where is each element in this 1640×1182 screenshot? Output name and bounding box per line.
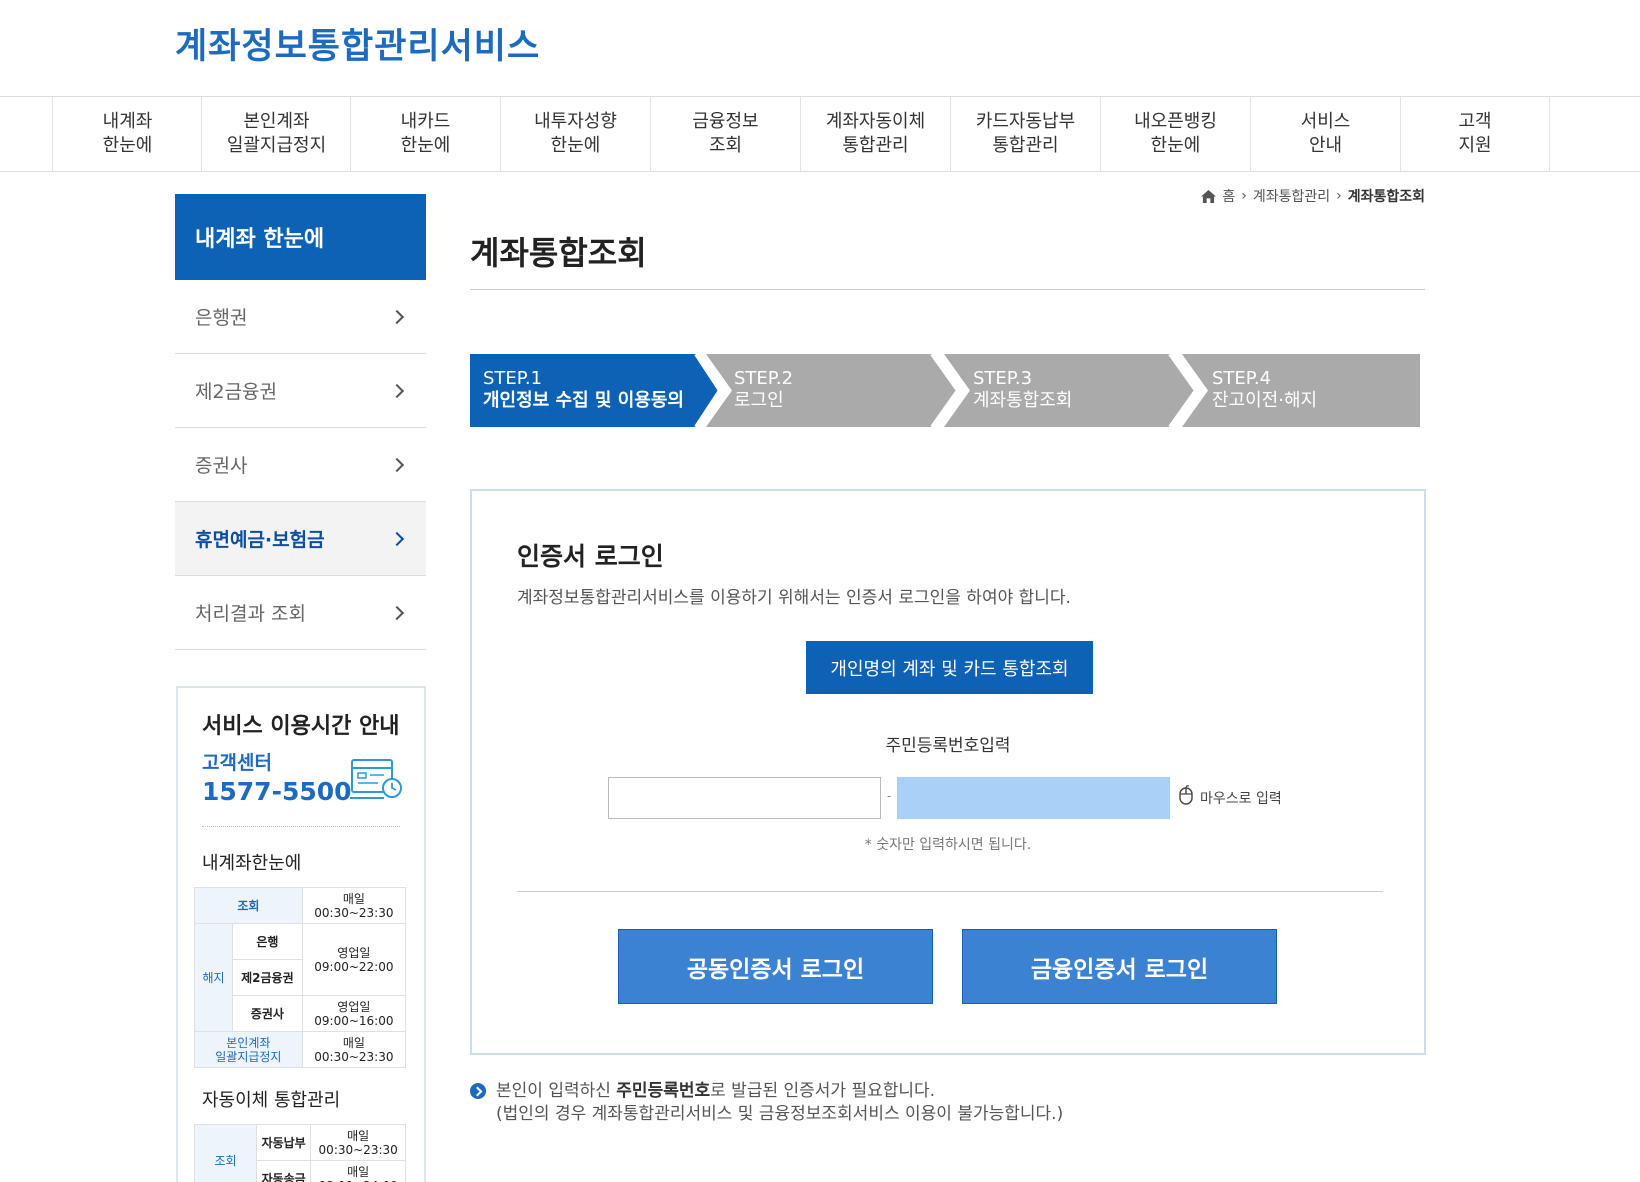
chevron-right-icon bbox=[389, 457, 405, 472]
section-title-my-accounts: 내계좌한눈에 bbox=[202, 853, 302, 874]
step-number: STEP.1 bbox=[483, 368, 543, 389]
lnb-item-label: 제2금융권 bbox=[195, 381, 278, 403]
jumin-dash: - bbox=[887, 789, 892, 803]
lnb-item-label: 은행권 bbox=[195, 307, 248, 329]
table-cell: 자동납부 bbox=[255, 1124, 312, 1161]
lnb-list: 은행권 제2금융권 증권사 휴면예금·보험금 처리결과 조회 bbox=[175, 280, 426, 650]
global-nav: 내계좌 한눈에 본인계좌 일괄지급정지 내카드 한눈에 내투자성향 한눈에 금융… bbox=[0, 96, 1640, 172]
jumin-back-input[interactable] bbox=[897, 777, 1170, 819]
gnb-item-auto-transfer[interactable]: 계좌자동이체 통합관리 bbox=[800, 97, 950, 171]
home-icon[interactable] bbox=[1201, 189, 1217, 203]
financial-cert-login-button[interactable]: 금융인증서 로그인 bbox=[962, 929, 1277, 1004]
site-title[interactable]: 계좌정보통합관리서비스 bbox=[175, 18, 540, 69]
divider bbox=[470, 289, 1425, 290]
chevron-right-icon bbox=[389, 531, 405, 546]
gnb-item-customer-support[interactable]: 고객 지원 bbox=[1400, 97, 1550, 171]
breadcrumb-current: 계좌통합조회 bbox=[1347, 189, 1425, 205]
mouse-input-label[interactable]: 마우스로 입력 bbox=[1200, 788, 1282, 808]
breadcrumb-separator-icon: › bbox=[1241, 188, 1247, 204]
step-label: 로그인 bbox=[734, 390, 784, 411]
notice: 본인이 입력하신 주민등록번호로 발급된 인증서가 필요합니다. (법인의 경우… bbox=[470, 1080, 1063, 1126]
gnb-item-payment-stop[interactable]: 본인계좌 일괄지급정지 bbox=[201, 97, 351, 171]
jumin-front-input[interactable] bbox=[608, 777, 881, 819]
step-label: 잔고이전·해지 bbox=[1212, 390, 1318, 411]
table-cell: 은행 bbox=[232, 923, 303, 960]
service-hours-box: 서비스 이용시간 안내 고객센터 1577-5500 내계좌한눈에 조회 매일 … bbox=[176, 686, 426, 1182]
table-cell: 매일 00:30~23:30 bbox=[301, 1031, 407, 1068]
lnb-item-label: 증권사 bbox=[195, 455, 248, 477]
step-number: STEP.4 bbox=[1212, 368, 1272, 389]
notice-line-2: (법인의 경우 계좌통합관리서비스 및 금융정보조회서비스 이용이 불가능합니다… bbox=[496, 1104, 1064, 1124]
gnb-item-card-auto-pay[interactable]: 카드자동납부 통합관리 bbox=[950, 97, 1100, 171]
login-description: 계좌정보통합관리서비스를 이용하기 위해서는 인증서 로그인을 하여야 합니다. bbox=[517, 588, 1071, 608]
notice-line-1: 본인이 입력하신 주민등록번호로 발급된 인증서가 필요합니다. bbox=[496, 1081, 936, 1101]
joint-cert-login-button[interactable]: 공동인증서 로그인 bbox=[618, 929, 933, 1004]
step-number: STEP.3 bbox=[973, 368, 1033, 389]
lnb-title: 내계좌 한눈에 bbox=[175, 194, 426, 280]
table-cell: 영업일 09:00~16:00 bbox=[301, 995, 407, 1032]
table-cell: 해지 bbox=[194, 923, 233, 1032]
divider bbox=[517, 891, 1383, 892]
gnb-item-my-cards[interactable]: 내카드 한눈에 bbox=[350, 97, 500, 171]
lnb-item-label: 휴면예금·보험금 bbox=[195, 529, 325, 551]
breadcrumb-separator-icon: › bbox=[1336, 188, 1342, 204]
step-number: STEP.2 bbox=[734, 368, 794, 389]
chevron-circle-icon bbox=[470, 1083, 486, 1099]
login-title: 인증서 로그인 bbox=[517, 542, 664, 571]
personal-inquiry-button[interactable]: 개인명의 계좌 및 카드 통합조회 bbox=[806, 641, 1093, 694]
table-cell: 매일 00:30~23:30 bbox=[301, 887, 407, 924]
step-2: STEP.2 로그인 bbox=[734, 354, 793, 427]
step-label: 개인정보 수집 및 이용동의 bbox=[483, 390, 684, 411]
step-label: 계좌통합조회 bbox=[973, 390, 1073, 411]
service-hours-table-1: 조회 매일 00:30~23:30 해지 은행 영업일 09:00~22:00 … bbox=[194, 887, 407, 1068]
mouse-icon[interactable] bbox=[1179, 785, 1193, 805]
table-cell: 매일 00:30~23:30 bbox=[310, 1124, 406, 1161]
table-cell: 조회 bbox=[194, 1124, 257, 1182]
section-title-auto-transfer: 자동이체 통합관리 bbox=[202, 1090, 341, 1111]
table-cell: 자동송금 bbox=[255, 1160, 312, 1182]
table-cell: 조회 bbox=[194, 887, 303, 924]
input-hint: * 숫자만 입력하시면 됩니다. bbox=[864, 837, 1032, 853]
breadcrumb-level1[interactable]: 계좌통합관리 bbox=[1253, 186, 1330, 206]
table-cell: 영업일 09:00~22:00 bbox=[301, 923, 407, 996]
lnb-item-results[interactable]: 처리결과 조회 bbox=[175, 576, 426, 650]
chevron-right-icon bbox=[389, 605, 405, 620]
step-indicator: STEP.1 개인정보 수집 및 이용동의 STEP.2 로그인 STEP.3 … bbox=[470, 354, 1420, 427]
step-3: STEP.3 계좌통합조회 bbox=[973, 354, 1072, 427]
service-hours-table-2: 조회 자동납부 매일 00:30~23:30 자동송금 매일 08:00~24:… bbox=[194, 1124, 406, 1182]
breadcrumb-home[interactable]: 홈 bbox=[1222, 186, 1235, 206]
table-cell: 본인계좌 일괄지급정지 bbox=[194, 1031, 303, 1068]
gnb-item-service-guide[interactable]: 서비스 안내 bbox=[1250, 97, 1400, 171]
gnb-item-investment[interactable]: 내투자성향 한눈에 bbox=[500, 97, 650, 171]
lnb-item-label: 처리결과 조회 bbox=[195, 603, 306, 625]
breadcrumb: 홈 › 계좌통합관리 › 계좌통합조회 bbox=[1201, 186, 1425, 206]
chevron-right-icon bbox=[389, 309, 405, 324]
step-4: STEP.4 잔고이전·해지 bbox=[1212, 354, 1317, 427]
table-cell: 매일 08:00~24:00 bbox=[310, 1160, 406, 1182]
divider bbox=[202, 826, 400, 827]
lnb-item-dormant[interactable]: 휴면예금·보험금 bbox=[175, 502, 426, 576]
gnb-item-financial-info[interactable]: 금융정보 조회 bbox=[650, 97, 800, 171]
page-title: 계좌통합조회 bbox=[470, 234, 647, 272]
chevron-right-icon bbox=[389, 383, 405, 398]
gnb-item-open-banking[interactable]: 내오픈뱅킹 한눈에 bbox=[1100, 97, 1250, 171]
lnb-item-second-financial[interactable]: 제2금융권 bbox=[175, 354, 426, 428]
lnb-item-securities[interactable]: 증권사 bbox=[175, 428, 426, 502]
lnb-item-bank[interactable]: 은행권 bbox=[175, 280, 426, 354]
table-cell: 제2금융권 bbox=[232, 959, 303, 996]
cert-login-box: 인증서 로그인 계좌정보통합관리서비스를 이용하기 위해서는 인증서 로그인을 … bbox=[470, 489, 1426, 1055]
schedule-icon bbox=[350, 759, 402, 799]
gnb-item-my-accounts[interactable]: 내계좌 한눈에 bbox=[52, 97, 202, 171]
service-hours-title: 서비스 이용시간 안내 bbox=[202, 714, 400, 739]
jumin-label: 주민등록번호입력 bbox=[885, 736, 1011, 756]
table-cell: 증권사 bbox=[232, 995, 303, 1032]
step-1: STEP.1 개인정보 수집 및 이용동의 bbox=[483, 354, 684, 427]
